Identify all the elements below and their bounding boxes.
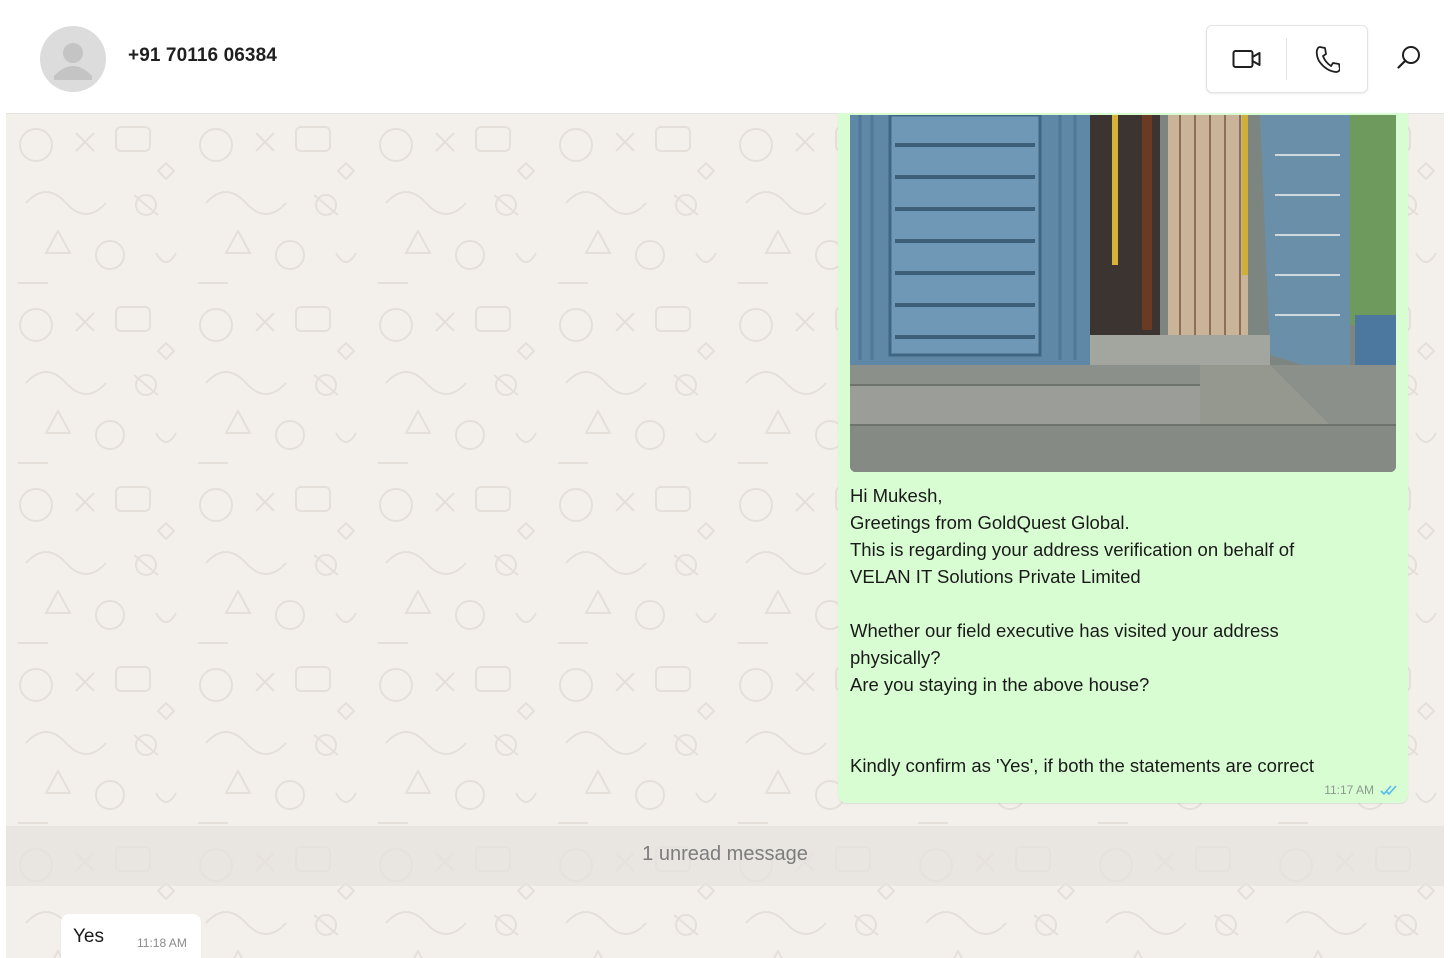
message-line: Greetings from GoldQuest Global. (850, 512, 1130, 533)
voice-call-button[interactable] (1287, 26, 1366, 92)
search-icon (1397, 46, 1420, 69)
message-line: Are you staying in the above house? (850, 674, 1150, 695)
message-line: physically? (850, 647, 941, 668)
message-line: Kindly confirm as 'Yes', if both the sta… (850, 755, 1314, 776)
message-photo[interactable] (850, 115, 1396, 472)
message-line: This is regarding your address verificat… (850, 539, 1295, 560)
contact-name[interactable]: +91 70116 06384 (128, 45, 277, 67)
call-button-group (1206, 25, 1368, 93)
message-line: Hi Mukesh, (850, 485, 943, 506)
unread-divider-label: 1 unread message (642, 843, 808, 865)
message-line: VELAN IT Solutions Private Limited (850, 566, 1141, 587)
message-time: 11:18 AM (137, 936, 187, 950)
phone-icon (1315, 46, 1340, 73)
incoming-message[interactable]: Yes 11:18 AM (61, 914, 201, 958)
outgoing-message[interactable]: Hi Mukesh, Greetings from GoldQuest Glob… (838, 113, 1408, 803)
message-line: Whether our field executive has visited … (850, 620, 1279, 641)
search-button[interactable] (1390, 38, 1428, 78)
house-door-photo (850, 115, 1396, 472)
double-check-icon (1380, 785, 1397, 796)
chat-header: +91 70116 06384 (6, 0, 1444, 114)
message-time: 11:17 AM (1324, 783, 1374, 797)
outgoing-message-text: Hi Mukesh, Greetings from GoldQuest Glob… (850, 482, 1390, 779)
video-camera-icon (1232, 50, 1260, 68)
contact-avatar[interactable] (40, 26, 106, 92)
chat-window: +91 70116 06384 Hi Mukesh, Greetings fro… (6, 0, 1444, 958)
outgoing-message-meta: 11:17 AM (1324, 783, 1398, 797)
default-person-icon (54, 43, 92, 80)
video-call-button[interactable] (1207, 26, 1286, 92)
incoming-message-text: Yes (73, 926, 104, 947)
